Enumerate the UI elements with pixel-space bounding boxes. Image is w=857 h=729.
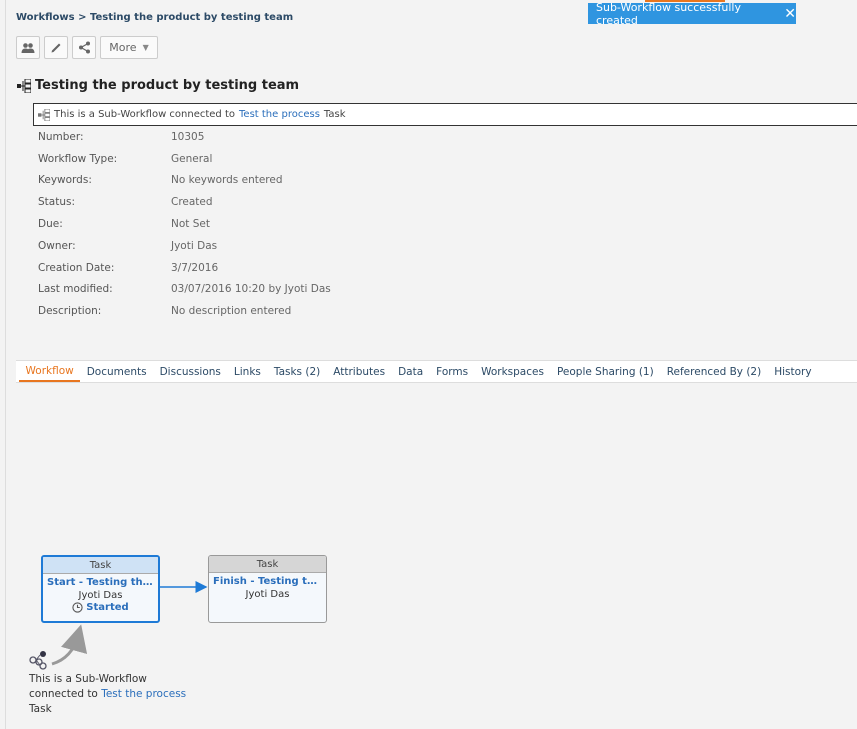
property-value: Not Set (171, 218, 210, 231)
tab-people-sharing-1[interactable]: People Sharing (1) (550, 361, 660, 382)
property-row: Workflow Type: General (38, 148, 331, 170)
property-label: Description: (38, 305, 102, 318)
banner-suffix: Task (323, 109, 346, 120)
property-row: Number: 10305 (38, 126, 331, 148)
start-node-state: Started (43, 602, 158, 613)
success-toast: Sub-Workflow successfully created ✕ (588, 0, 796, 27)
banner-task-link[interactable]: Test the process (239, 109, 320, 120)
start-node-header: Task (43, 557, 158, 574)
property-label: Due: (38, 218, 63, 231)
property-value: 3/7/2016 (171, 261, 219, 274)
property-row: Creation Date: 3/7/2016 (38, 257, 331, 279)
property-row: Description: No description entered (38, 300, 331, 322)
people-button[interactable] (16, 36, 40, 59)
tab-discussions[interactable]: Discussions (153, 361, 227, 382)
note-line1: This is a Sub-Workflow (29, 673, 147, 685)
property-row: Due: Not Set (38, 213, 331, 235)
start-node-owner: Jyoti Das (78, 590, 123, 601)
tab-history[interactable]: History (768, 361, 818, 382)
note-line2: connected to Test the process (29, 687, 199, 702)
property-label: Last modified: (38, 283, 113, 296)
property-row: Keywords: No keywords entered (38, 170, 331, 192)
caret-down-icon: ▼ (142, 43, 149, 52)
property-label: Workflow Type: (38, 152, 118, 165)
property-label: Status: (38, 196, 75, 209)
tab-attributes[interactable]: Attributes (327, 361, 392, 382)
start-task-node[interactable]: Task Start - Testing the ... Jyoti Das S… (41, 555, 160, 623)
share-icon (78, 41, 90, 54)
more-dropdown-button[interactable]: More ▼ (100, 36, 158, 59)
tab-bar: Workflow Documents Discussions Links Tasks (… (16, 360, 857, 383)
tab-referenced-by-2[interactable]: Referenced By (2) (660, 361, 768, 382)
property-value: Jyoti Das (171, 239, 218, 252)
finish-task-node[interactable]: Task Finish - Testing the... Jyoti Das (208, 555, 327, 623)
properties-list: Number: 10305 Workflow Type: General Keyword… (38, 126, 331, 322)
subworkflow-banner: This is a Sub-Workflow connected to Test… (33, 103, 857, 126)
subworkflow-icon (38, 108, 50, 121)
finish-node-name[interactable]: Finish - Testing the... (209, 576, 326, 587)
note-line2-prefix: connected to (29, 688, 98, 700)
tab-documents[interactable]: Documents (80, 361, 153, 382)
tab-workspaces[interactable]: Workspaces (475, 361, 551, 382)
tab-forms[interactable]: Forms (430, 361, 475, 382)
property-label: Number: (38, 130, 84, 143)
finish-node-header: Task (209, 556, 326, 573)
property-value: No description entered (171, 305, 292, 318)
property-row: Last modified: 03/07/2016 10:20 by Jyoti … (38, 279, 331, 301)
subworkflow-note: This is a Sub-Workflow connected to Test… (29, 672, 199, 717)
property-row: Owner: Jyoti Das (38, 235, 331, 257)
subworkflow-node-icon (29, 651, 47, 670)
property-label: Creation Date: (38, 261, 115, 274)
property-label: Keywords: (38, 174, 92, 187)
note-task-link[interactable]: Test the process (101, 688, 186, 700)
tab-tasks-2[interactable]: Tasks (2) (267, 361, 326, 382)
breadcrumb-current: Testing the product by testing team (89, 12, 294, 23)
toast-close-icon[interactable]: ✕ (784, 6, 796, 22)
property-value: Created (171, 196, 213, 209)
tab-workflow[interactable]: Workflow (19, 361, 81, 382)
toast-message: Sub-Workflow successfully created (596, 0, 741, 27)
start-node-state-label: Started (86, 602, 129, 613)
finish-node-owner: Jyoti Das (245, 589, 290, 600)
edit-button[interactable] (44, 36, 68, 59)
property-value: General (171, 152, 213, 165)
banner-prefix: This is a Sub-Workflow connected to (54, 109, 236, 120)
page-title: Testing the product by testing team (35, 78, 300, 93)
left-divider (5, 0, 6, 729)
property-value: 10305 (171, 130, 205, 143)
more-label: More (109, 41, 137, 54)
property-value: No keywords entered (171, 174, 283, 187)
property-row: Status: Created (38, 191, 331, 213)
pencil-icon (51, 43, 60, 53)
breadcrumb: Workflows > Testing the product by testi… (16, 12, 293, 23)
breadcrumb-separator: > (78, 12, 87, 23)
title-row: Testing the product by testing team (17, 78, 299, 93)
property-label: Owner: (38, 239, 76, 252)
workflow-icon (17, 78, 31, 93)
share-button[interactable] (72, 36, 96, 59)
clock-icon (72, 602, 83, 613)
note-line3: Task (29, 703, 52, 715)
breadcrumb-root-link[interactable]: Workflows (16, 12, 75, 23)
start-node-name[interactable]: Start - Testing the ... (43, 577, 158, 588)
toolbar: More ▼ (16, 36, 158, 59)
people-icon (21, 42, 35, 53)
property-value: 03/07/2016 10:20 by Jyoti Das (171, 283, 331, 296)
tab-data[interactable]: Data (392, 361, 430, 382)
tab-links[interactable]: Links (227, 361, 267, 382)
